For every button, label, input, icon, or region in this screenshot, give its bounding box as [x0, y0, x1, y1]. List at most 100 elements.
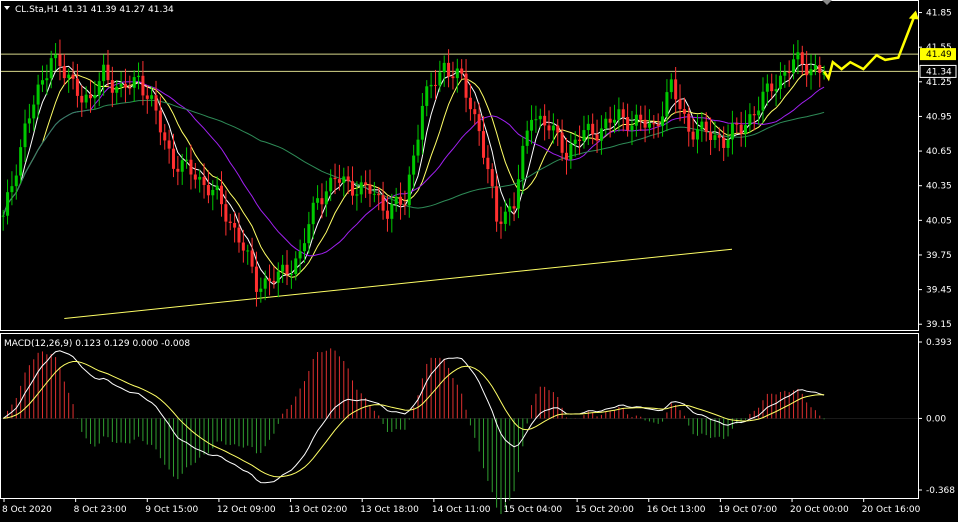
candle-body: [800, 52, 804, 65]
candle-body: [351, 181, 355, 196]
candle-body: [276, 271, 280, 283]
candle-body: [634, 114, 638, 126]
candle-body: [75, 78, 79, 96]
candle-body: [10, 186, 14, 193]
candle-body: [752, 114, 756, 116]
candle-body: [412, 155, 416, 175]
candle-body: [534, 119, 538, 121]
candle-body: [211, 189, 215, 196]
candle-body: [71, 74, 75, 79]
price-tick-label: 40.65: [926, 147, 952, 157]
candle-body: [661, 116, 665, 127]
candle-body: [516, 179, 520, 209]
candle-body: [185, 159, 189, 161]
candle-body: [394, 196, 398, 205]
candle-body: [792, 59, 796, 73]
candle-body: [233, 222, 237, 228]
time-tick-label: 13 Oct 18:00: [360, 505, 419, 515]
candle-body: [765, 83, 769, 92]
candle-body: [154, 95, 158, 111]
candle-body: [58, 54, 62, 67]
candle-body: [473, 109, 477, 115]
candle-body: [324, 191, 328, 205]
candle-body: [499, 221, 503, 224]
candle-body: [761, 91, 765, 111]
candle-body: [158, 110, 162, 133]
candle-body: [355, 194, 359, 196]
candle-body: [372, 193, 376, 195]
candle-body: [538, 115, 542, 120]
candle-body: [818, 65, 822, 73]
candle-body: [787, 71, 791, 73]
candle-body: [163, 132, 167, 141]
candle-body: [302, 243, 306, 252]
candle-body: [220, 185, 224, 205]
candle-body: [704, 121, 708, 133]
candle-body: [368, 184, 372, 194]
candle-body: [425, 86, 429, 106]
candle-body: [167, 140, 171, 149]
candle-body: [774, 89, 778, 92]
candle-body: [6, 192, 10, 216]
candle-body: [586, 123, 590, 131]
candle-body: [770, 83, 774, 92]
candle-body: [530, 119, 534, 131]
candle-body: [508, 206, 512, 212]
candle-body: [691, 131, 695, 140]
time-tick-label: 8 Oct 2020: [2, 505, 52, 515]
candle-body: [311, 202, 315, 225]
chart-canvas[interactable]: 41.8541.5541.2540.9540.6540.3540.0539.75…: [0, 0, 958, 518]
candle-body: [665, 92, 669, 117]
candle-body: [551, 125, 555, 131]
candle-body: [477, 114, 481, 132]
candle-body: [420, 105, 424, 140]
time-tick-label: 15 Oct 20:00: [575, 505, 634, 515]
candle-body: [630, 125, 634, 131]
candle-body: [656, 124, 660, 127]
candle-body: [254, 266, 258, 292]
candle-body: [45, 78, 49, 81]
candle-body: [599, 128, 603, 141]
candle-body: [137, 75, 141, 78]
candle-body: [730, 123, 734, 140]
trading-chart[interactable]: 41.8541.5541.2540.9540.6540.3540.0539.75…: [0, 0, 958, 518]
candle-body: [132, 77, 136, 88]
candle-body: [206, 185, 210, 196]
candle-body: [639, 114, 643, 120]
candle-body: [19, 147, 23, 176]
time-tick-label: 12 Oct 09:00: [217, 505, 276, 515]
candle-body: [145, 95, 149, 99]
time-tick-label: 13 Oct 02:00: [289, 505, 348, 515]
candle-body: [621, 109, 625, 118]
candle-body: [744, 125, 748, 134]
candle-body: [237, 227, 241, 243]
candle-body: [198, 176, 202, 180]
candle-body: [521, 145, 525, 180]
price-tick-label: 41.85: [926, 9, 952, 19]
candle-body: [263, 278, 267, 289]
candle-body: [115, 86, 119, 93]
candle-body: [547, 125, 551, 131]
candle-body: [442, 62, 446, 73]
time-tick-label: 8 Oct 23:00: [74, 505, 127, 515]
price-tick-label: 41.25: [926, 78, 952, 88]
candle-body: [27, 118, 31, 124]
candle-body: [62, 66, 66, 79]
price-tick-label: 39.45: [926, 286, 952, 296]
price-tick-label: 40.05: [926, 216, 952, 226]
candle-body: [482, 131, 486, 158]
candle-body: [564, 152, 568, 160]
candle-body: [447, 62, 451, 77]
candle-body: [429, 84, 433, 87]
candle-body: [578, 139, 582, 142]
candle-body: [569, 143, 573, 160]
candle-body: [503, 211, 507, 224]
candle-body: [285, 264, 289, 275]
candle-body: [674, 79, 678, 100]
candle-body: [652, 123, 656, 125]
candle-body: [809, 69, 813, 76]
macd-tick-label: -0.368: [926, 486, 955, 496]
candle-body: [490, 169, 494, 187]
candle-body: [713, 135, 717, 140]
candle-body: [141, 75, 145, 96]
